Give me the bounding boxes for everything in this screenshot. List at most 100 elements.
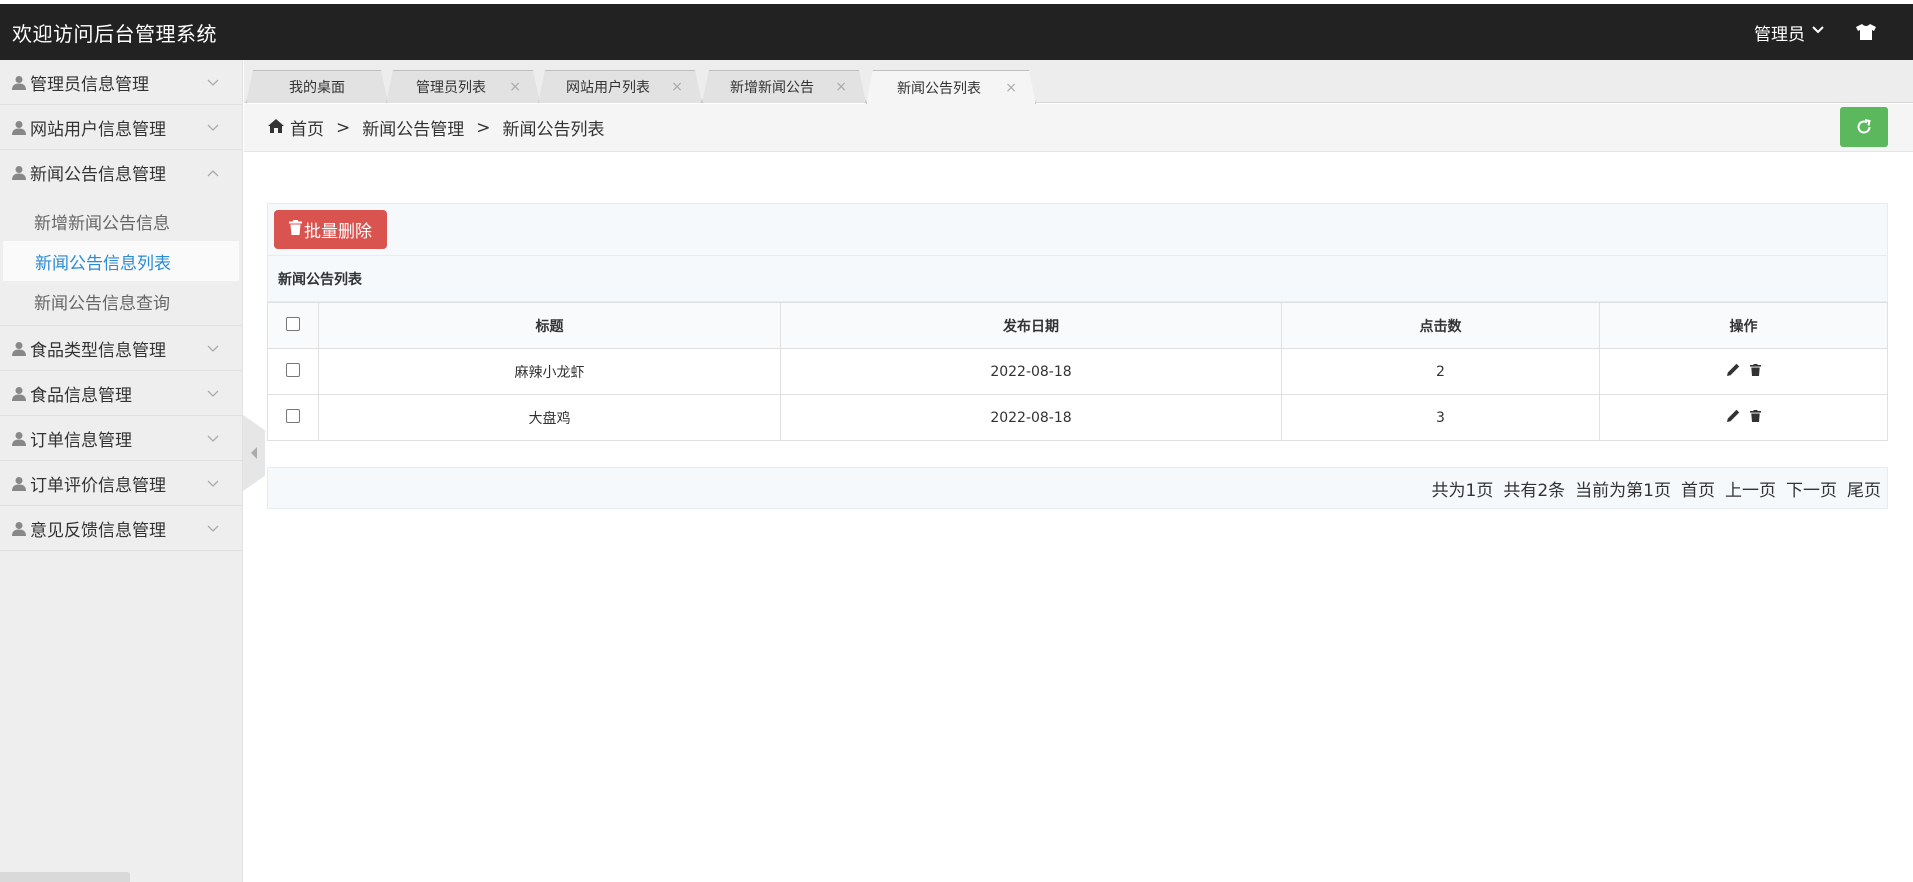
chevron-down-icon [206, 386, 220, 406]
refresh-button[interactable] [1840, 107, 1888, 147]
cell-title: 大盘鸡 [318, 394, 781, 441]
chevron-down-icon [206, 476, 220, 496]
cell-clicks: 3 [1281, 394, 1600, 441]
breadcrumb-current: 新闻公告列表 [502, 120, 605, 140]
user-icon [12, 476, 28, 491]
cell-date: 2022-08-18 [780, 348, 1282, 395]
sidebar-item-label: 订单评价信息管理 [30, 475, 166, 496]
column-header-date: 发布日期 [780, 302, 1282, 349]
tab-news-list[interactable]: 新闻公告列表 × [866, 70, 1036, 104]
breadcrumb-level1[interactable]: 新闻公告管理 [362, 115, 464, 140]
chevron-down-icon [206, 75, 220, 95]
breadcrumb-home[interactable]: 首页 [290, 115, 324, 140]
status-strip [0, 872, 130, 882]
news-table: 标题 发布日期 点击数 操作 麻辣小龙虾 2022-08-18 2 大盘鸡 20… [267, 302, 1888, 441]
column-header-title: 标题 [318, 302, 781, 349]
pager-last-link[interactable]: 尾页 [1847, 476, 1881, 501]
breadcrumb-separator: > [336, 117, 351, 138]
trash-icon[interactable] [1749, 363, 1761, 376]
sidebar-item-admin-info[interactable]: 管理员信息管理 [0, 60, 242, 105]
column-header-clicks: 点击数 [1281, 302, 1600, 349]
tab-my-desktop[interactable]: 我的桌面 [246, 70, 388, 103]
cell-date: 2022-08-18 [780, 394, 1282, 441]
chevron-down-icon [206, 120, 220, 140]
sidebar-item-site-users[interactable]: 网站用户信息管理 [0, 105, 242, 150]
tab-site-user-list[interactable]: 网站用户列表 × [538, 70, 702, 103]
sidebar-item-label: 网站用户信息管理 [30, 119, 166, 140]
table-row: 大盘鸡 2022-08-18 3 [267, 394, 1888, 441]
sidebar-item-feedback[interactable]: 意见反馈信息管理 [0, 506, 242, 551]
chevron-down-icon [206, 431, 220, 451]
home-icon [268, 118, 284, 138]
sidebar-subitem-news-list[interactable]: 新闻公告信息列表 [3, 241, 239, 281]
sidebar-item-label: 订单信息管理 [30, 430, 132, 451]
row-checkbox[interactable] [286, 362, 300, 377]
user-icon [12, 521, 28, 536]
row-checkbox[interactable] [286, 408, 300, 423]
table-header-row: 标题 发布日期 点击数 操作 [267, 302, 1888, 349]
pager-prev-link[interactable]: 上一页 [1725, 476, 1776, 501]
trash-icon [289, 219, 302, 240]
row-select-cell [267, 348, 319, 395]
admin-user-menu[interactable]: 管理员 [1754, 20, 1825, 45]
user-icon [12, 431, 28, 446]
batch-delete-button[interactable]: 批量删除 [274, 210, 387, 249]
close-icon[interactable]: × [671, 79, 683, 95]
system-title: 欢迎访问后台管理系统 [12, 21, 217, 46]
tab-add-news[interactable]: 新增新闻公告 × [702, 70, 866, 103]
pencil-icon[interactable] [1726, 409, 1740, 422]
pager-next-link[interactable]: 下一页 [1786, 476, 1837, 501]
cell-title: 麻辣小龙虾 [318, 348, 781, 395]
content-panel: 批量删除 新闻公告列表 标题 发布日期 点击数 操作 麻辣小龙虾 2022-08… [267, 203, 1888, 509]
chevron-left-icon [251, 447, 257, 459]
batch-delete-label: 批量删除 [304, 222, 372, 242]
user-icon [12, 341, 28, 356]
top-bar: 欢迎访问后台管理系统 管理员 [0, 4, 1913, 60]
close-icon[interactable]: × [835, 79, 847, 95]
cell-actions [1599, 394, 1888, 441]
close-icon[interactable]: × [1005, 80, 1017, 96]
tab-label: 新闻公告列表 [897, 80, 981, 97]
cell-actions [1599, 348, 1888, 395]
pencil-icon[interactable] [1726, 363, 1740, 376]
tab-label: 新增新闻公告 [730, 80, 814, 96]
sidebar-item-order-reviews[interactable]: 订单评价信息管理 [0, 461, 242, 506]
select-all-checkbox[interactable] [286, 316, 300, 331]
table-title: 新闻公告列表 [267, 256, 1888, 302]
pagination: 共为1页 共有2条 当前为第1页 首页 上一页 下一页 尾页 [267, 467, 1888, 509]
row-select-cell [267, 394, 319, 441]
sidebar-collapse-handle[interactable] [243, 415, 265, 491]
user-icon [12, 386, 28, 401]
pager-first-link[interactable]: 首页 [1681, 476, 1715, 501]
column-header-actions: 操作 [1599, 302, 1888, 349]
sidebar-item-label: 食品类型信息管理 [30, 340, 166, 361]
toolbar: 批量删除 [267, 203, 1888, 256]
pager-total-records: 共有2条 [1503, 480, 1566, 501]
sidebar-item-label: 意见反馈信息管理 [30, 520, 166, 541]
user-icon [12, 165, 28, 180]
shirt-icon[interactable] [1855, 23, 1877, 41]
tab-label: 网站用户列表 [566, 80, 650, 96]
sidebar-item-label: 食品信息管理 [30, 385, 132, 406]
pager-current-page: 当前为第1页 [1575, 480, 1671, 501]
sidebar-subitem-news-query[interactable]: 新闻公告信息查询 [0, 281, 242, 321]
sidebar-subitem-add-news[interactable]: 新增新闻公告信息 [0, 201, 242, 241]
sidebar: 管理员信息管理 网站用户信息管理 新闻公告信息管理 新增新闻公告信息 新闻公告信… [0, 60, 243, 882]
sidebar-item-news[interactable]: 新闻公告信息管理 [0, 150, 242, 195]
sidebar-item-food[interactable]: 食品信息管理 [0, 371, 242, 416]
sidebar-item-orders[interactable]: 订单信息管理 [0, 416, 242, 461]
table-row: 麻辣小龙虾 2022-08-18 2 [267, 348, 1888, 395]
chevron-down-icon [206, 341, 220, 361]
sidebar-item-food-type[interactable]: 食品类型信息管理 [0, 326, 242, 371]
breadcrumb-bar: 首页 > 新闻公告管理 > 新闻公告列表 [244, 104, 1913, 152]
sidebar-item-label: 管理员信息管理 [30, 74, 149, 95]
sidebar-submenu-news: 新增新闻公告信息 新闻公告信息列表 新闻公告信息查询 [0, 195, 242, 326]
chevron-up-icon [206, 165, 220, 185]
trash-icon[interactable] [1749, 409, 1761, 422]
chevron-down-icon [206, 521, 220, 541]
tab-admin-list[interactable]: 管理员列表 × [386, 70, 540, 103]
close-icon[interactable]: × [509, 79, 521, 95]
breadcrumb-separator: > [476, 117, 491, 138]
tab-bar: 我的桌面 管理员列表 × 网站用户列表 × 新增新闻公告 × 新闻公告列表 × [244, 60, 1913, 103]
user-icon [12, 120, 28, 135]
